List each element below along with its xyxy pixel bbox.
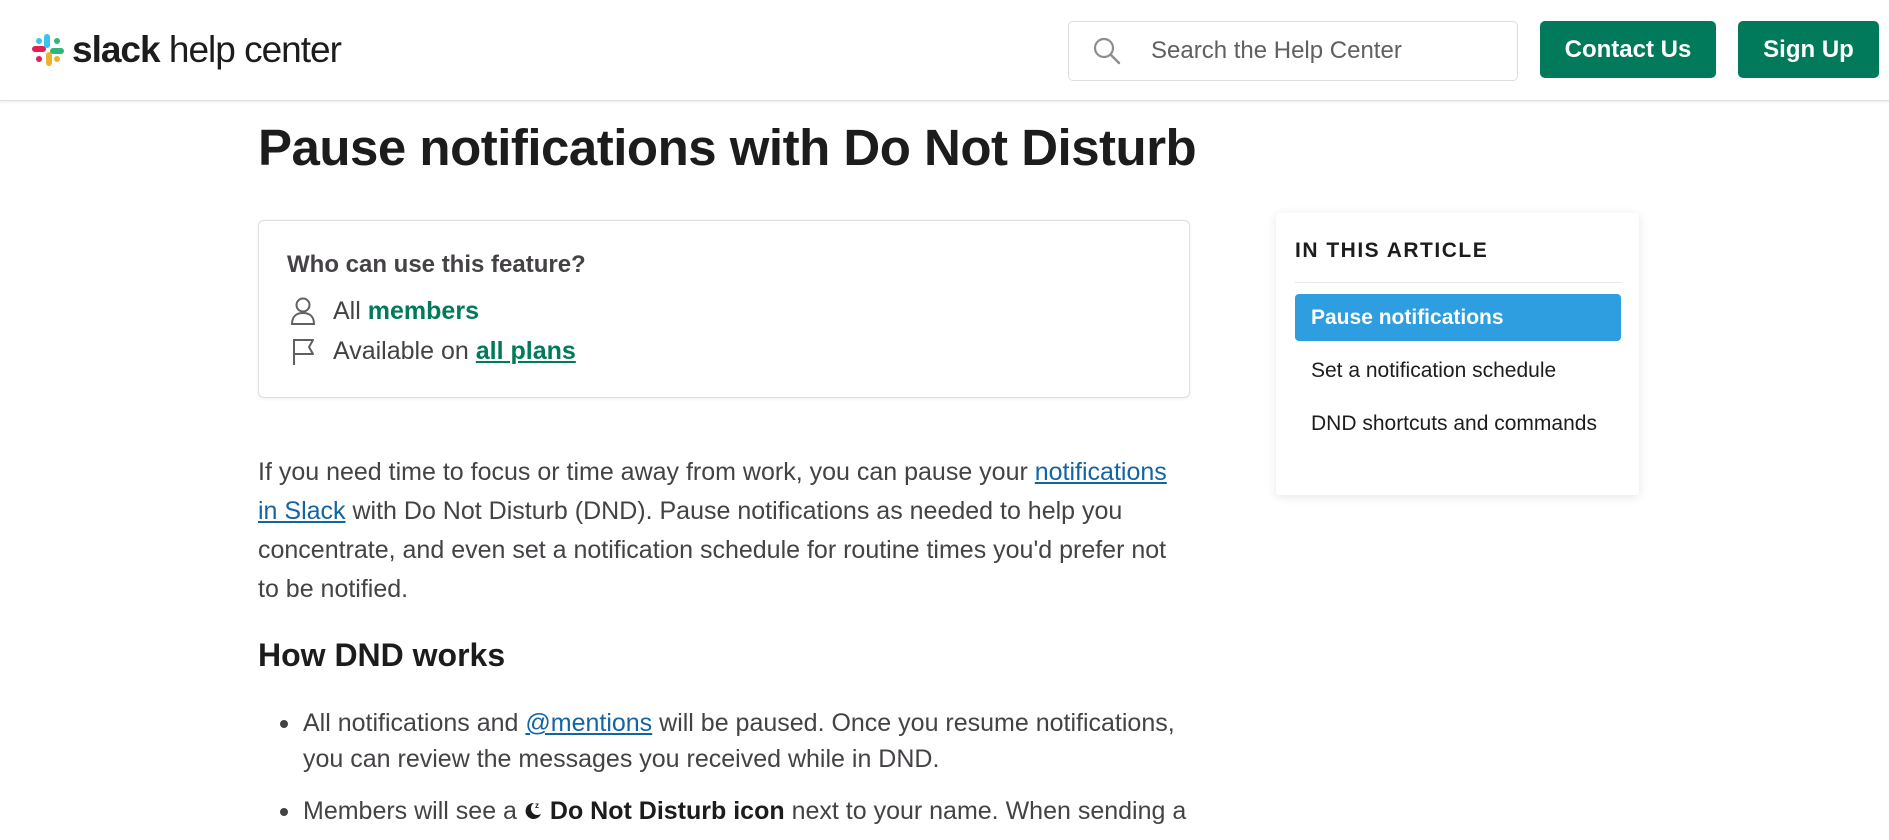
dnd-moon-icon: z xyxy=(524,795,544,819)
list-item: All notifications and @mentions will be … xyxy=(258,705,1193,777)
sign-up-button[interactable]: Sign Up xyxy=(1738,21,1879,78)
intro-paragraph: If you need time to focus or time away f… xyxy=(258,453,1193,609)
all-plans-link[interactable]: all plans xyxy=(476,337,576,366)
page-title: Pause notifications with Do Not Disturb xyxy=(258,119,1197,176)
svg-text:z: z xyxy=(535,801,539,810)
site-header: slack help center Contact Us Sign Up xyxy=(0,0,1889,101)
in-this-article-toc: IN THIS ARTICLE Pause notifications Set … xyxy=(1276,213,1639,495)
intro-text-1: If you need time to focus or time away f… xyxy=(258,458,1035,486)
toc-divider xyxy=(1295,282,1621,283)
bullet2-text-1: Members will see a xyxy=(303,797,524,825)
section-heading-how-dnd-works: How DND works xyxy=(258,637,506,673)
feature-box-title: Who can use this feature? xyxy=(287,251,586,278)
feature-members-highlight: members xyxy=(367,296,479,325)
dnd-bullet-list: All notifications and @mentions will be … xyxy=(258,705,1193,840)
bullet1-text-1: All notifications and xyxy=(303,709,526,737)
user-icon xyxy=(288,296,318,326)
bullet2-text-2: next to your name. When sending a xyxy=(784,797,1187,825)
feature-members-prefix: All xyxy=(333,296,361,325)
contact-us-button[interactable]: Contact Us xyxy=(1540,21,1716,78)
slack-logo-icon xyxy=(30,32,66,68)
feature-plans-prefix: Available on xyxy=(333,336,469,365)
flag-icon xyxy=(288,336,318,366)
intro-text-2: with Do Not Disturb (DND). Pause notific… xyxy=(258,497,1167,603)
slack-help-center-logo[interactable]: slack help center xyxy=(30,29,342,70)
dnd-icon-label: Do Not Disturb icon xyxy=(549,797,785,825)
search-input[interactable] xyxy=(1151,37,1511,65)
search-box[interactable] xyxy=(1068,21,1518,81)
toc-item-set-notification-schedule[interactable]: Set a notification schedule xyxy=(1295,347,1621,394)
list-item: Members will see a z Do Not Disturb icon … xyxy=(258,793,1193,829)
toc-item-dnd-shortcuts[interactable]: DND shortcuts and commands xyxy=(1295,400,1621,447)
toc-item-pause-notifications[interactable]: Pause notifications xyxy=(1295,294,1621,341)
feature-members-row: All members xyxy=(288,296,479,326)
toc-heading: IN THIS ARTICLE xyxy=(1295,239,1489,262)
feature-plans-row: Available on all plans xyxy=(288,336,576,366)
search-icon xyxy=(1077,21,1137,81)
logo-text: slack help center xyxy=(72,29,342,70)
mentions-link[interactable]: @mentions xyxy=(525,709,652,737)
